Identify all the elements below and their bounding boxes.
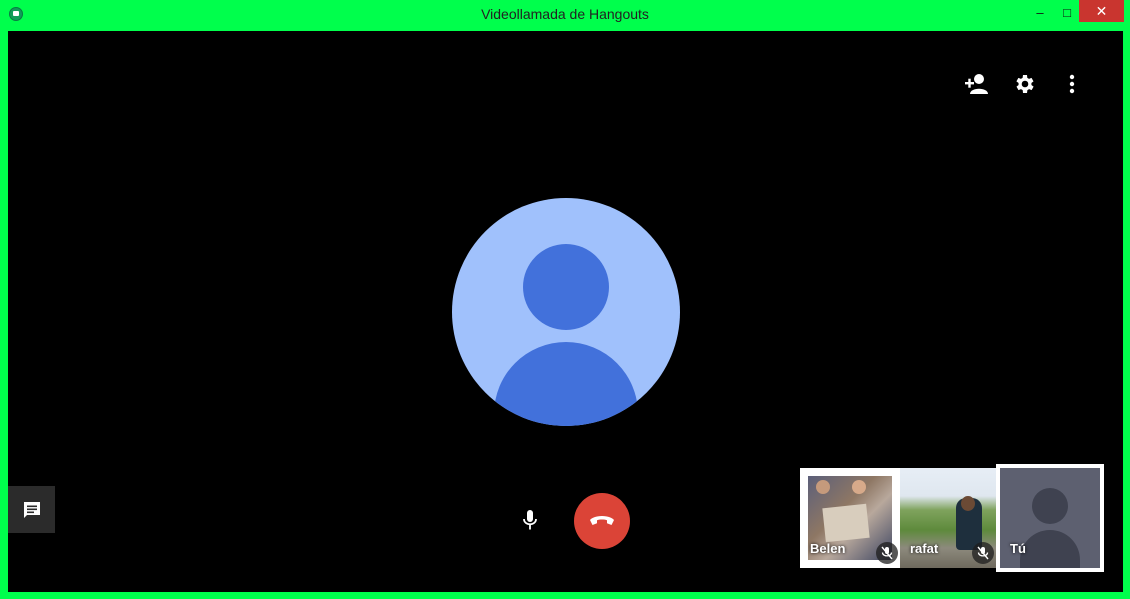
participant-thumbnail-self[interactable]: Tú	[996, 464, 1104, 572]
gear-icon	[1016, 75, 1034, 93]
chat-icon	[23, 501, 40, 518]
window-title: Videollamada de Hangouts	[481, 6, 649, 22]
more-options-button[interactable]	[1062, 71, 1082, 97]
close-button[interactable]: ✕	[1079, 0, 1124, 22]
participant-thumbnail-belen[interactable]: Belen	[800, 468, 900, 568]
add-person-button[interactable]	[963, 71, 991, 97]
microphone-button[interactable]	[516, 506, 544, 534]
participant-name: Tú	[1010, 541, 1026, 556]
avatar-body	[494, 342, 638, 426]
minimize-button[interactable]: ‒	[1025, 0, 1055, 24]
maximize-button[interactable]: □	[1052, 0, 1082, 24]
more-vert-icon	[1069, 74, 1075, 94]
hang-up-button[interactable]	[574, 493, 630, 549]
add-person-icon	[965, 74, 988, 94]
mic-off-icon	[876, 542, 898, 564]
chat-button[interactable]	[8, 486, 55, 533]
participant-name: rafat	[910, 541, 939, 556]
microphone-icon	[523, 510, 537, 530]
hang-up-icon	[590, 516, 614, 525]
video-stage: Belen rafat Tú	[8, 31, 1123, 592]
mic-off-icon	[972, 542, 994, 564]
avatar-head	[523, 244, 609, 330]
participant-name: Belen	[810, 541, 846, 556]
hangouts-window: Videollamada de Hangouts ‒ □ ✕ Belen raf…	[0, 0, 1130, 599]
main-participant-avatar	[452, 198, 680, 426]
settings-button[interactable]	[1011, 71, 1037, 97]
title-bar[interactable]: Videollamada de Hangouts ‒ □ ✕	[0, 0, 1130, 30]
participant-video-sign	[822, 503, 870, 543]
participant-thumbnail-rafat[interactable]: rafat	[900, 468, 996, 568]
